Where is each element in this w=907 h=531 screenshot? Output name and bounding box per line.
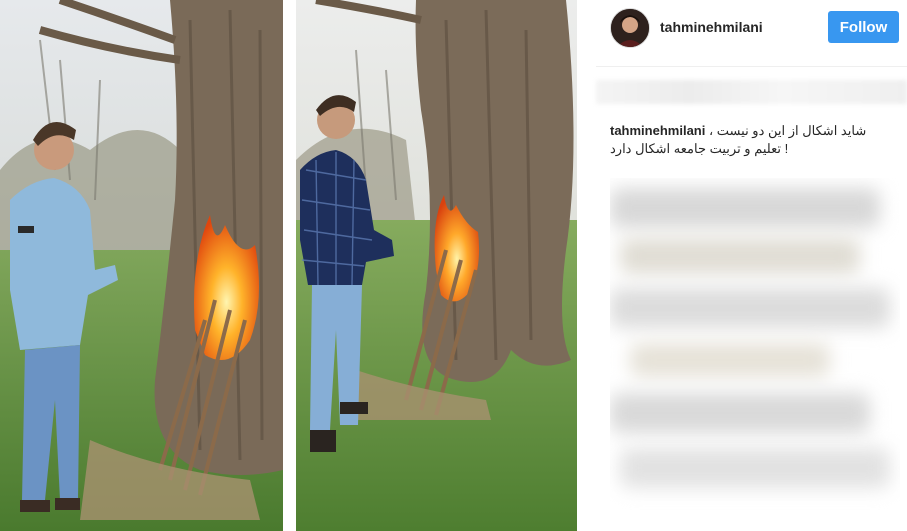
avatar[interactable]	[610, 8, 650, 48]
post-panel: tahminehmilani Follow tahminehmilani شای…	[596, 0, 907, 531]
follow-button[interactable]: Follow	[828, 11, 899, 43]
caption-line-2: ! تعلیم و تربیت جامعه اشکال دارد	[610, 141, 789, 156]
caption-username[interactable]: tahminehmilani	[610, 123, 705, 138]
post-header: tahminehmilani Follow	[596, 0, 907, 67]
right-photo	[296, 0, 577, 531]
post-image[interactable]	[0, 0, 577, 531]
left-photo	[0, 0, 283, 531]
post-caption: tahminehmilani شاید اشکال از این دو نیست…	[610, 122, 870, 158]
blurred-comments	[610, 178, 900, 523]
blurred-location	[596, 80, 907, 104]
caption-line-1: شاید اشکال از این دو نیست ،	[708, 123, 867, 138]
username-link[interactable]: tahminehmilani	[660, 19, 763, 35]
